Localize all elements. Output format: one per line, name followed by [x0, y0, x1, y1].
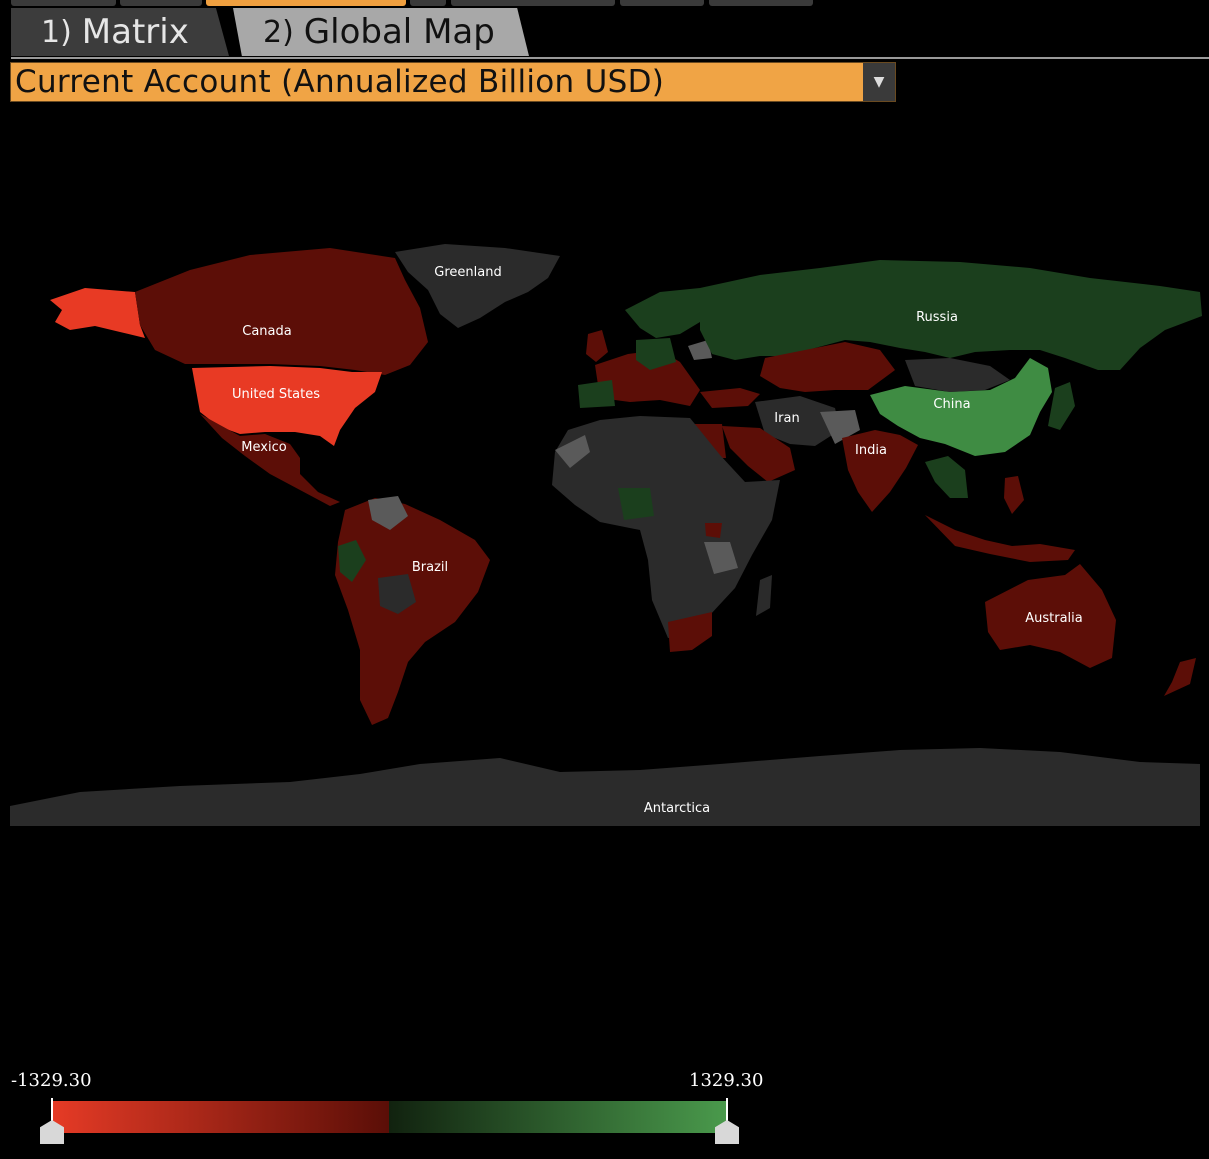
slider-handle-knob [715, 1120, 739, 1144]
tab-label: Matrix [81, 12, 189, 52]
label-greenland: Greenland [434, 265, 501, 280]
legend-max-value: 1329.30 [689, 1070, 764, 1091]
color-scale-positive [389, 1101, 727, 1133]
chevron-down-icon[interactable]: ▼ [863, 63, 895, 101]
region-antarctica[interactable] [10, 748, 1200, 826]
region-southeast-asia[interactable] [925, 456, 968, 498]
top-strip-tab [709, 0, 813, 6]
label-australia: Australia [1025, 611, 1083, 626]
label-india: India [855, 443, 887, 458]
region-south-america[interactable] [335, 498, 490, 725]
slider-handle-stem [726, 1098, 728, 1122]
top-strip-tab [451, 0, 615, 6]
region-philippines[interactable] [1004, 476, 1024, 514]
range-slider-max-handle[interactable] [715, 1098, 739, 1146]
metric-dropdown[interactable]: Current Account (Annualized Billion USD)… [10, 62, 896, 102]
tab-number: 1) [41, 14, 72, 50]
range-slider-min-handle[interactable] [40, 1098, 64, 1146]
label-canada: Canada [242, 324, 291, 339]
region-spain[interactable] [578, 380, 615, 408]
region-uk[interactable] [586, 330, 608, 362]
label-russia: Russia [916, 310, 958, 325]
tab-matrix[interactable]: 1) Matrix [11, 8, 229, 56]
top-strip-tab [120, 0, 202, 6]
top-strip-tab [620, 0, 704, 6]
color-scale-negative [51, 1101, 389, 1133]
region-indonesia[interactable] [925, 515, 1075, 562]
region-mongolia[interactable] [905, 358, 1010, 392]
slider-handle-stem [51, 1098, 53, 1122]
tab-divider [11, 57, 1209, 59]
tab-label: Global Map [303, 12, 495, 52]
label-brazil: Brazil [412, 560, 448, 575]
region-turkey[interactable] [700, 388, 760, 408]
world-map: Greenland Canada United States Mexico Br… [10, 244, 1202, 826]
label-mexico: Mexico [241, 440, 286, 455]
region-scandinavia[interactable] [625, 288, 700, 338]
region-nigeria[interactable] [618, 488, 654, 520]
tab-global-map[interactable]: 2) Global Map [233, 8, 529, 56]
label-united-states: United States [232, 387, 320, 402]
region-kenya[interactable] [705, 523, 722, 538]
legend-min-value: -1329.30 [11, 1070, 92, 1091]
region-japan[interactable] [1048, 382, 1075, 430]
top-strip-tab [410, 0, 446, 6]
region-madagascar[interactable] [756, 575, 772, 616]
region-alaska[interactable] [50, 288, 145, 338]
slider-handle-knob [40, 1120, 64, 1144]
label-iran: Iran [774, 411, 799, 426]
region-new-zealand[interactable] [1164, 658, 1196, 696]
label-china: China [933, 397, 970, 412]
top-strip-tab-active [206, 0, 406, 6]
metric-dropdown-value: Current Account (Annualized Billion USD) [15, 64, 665, 100]
color-scale-bar [51, 1101, 727, 1133]
top-strip-tab [11, 0, 116, 6]
region-canada[interactable] [135, 248, 428, 375]
tab-number: 2) [263, 14, 294, 50]
label-antarctica: Antarctica [644, 801, 710, 816]
